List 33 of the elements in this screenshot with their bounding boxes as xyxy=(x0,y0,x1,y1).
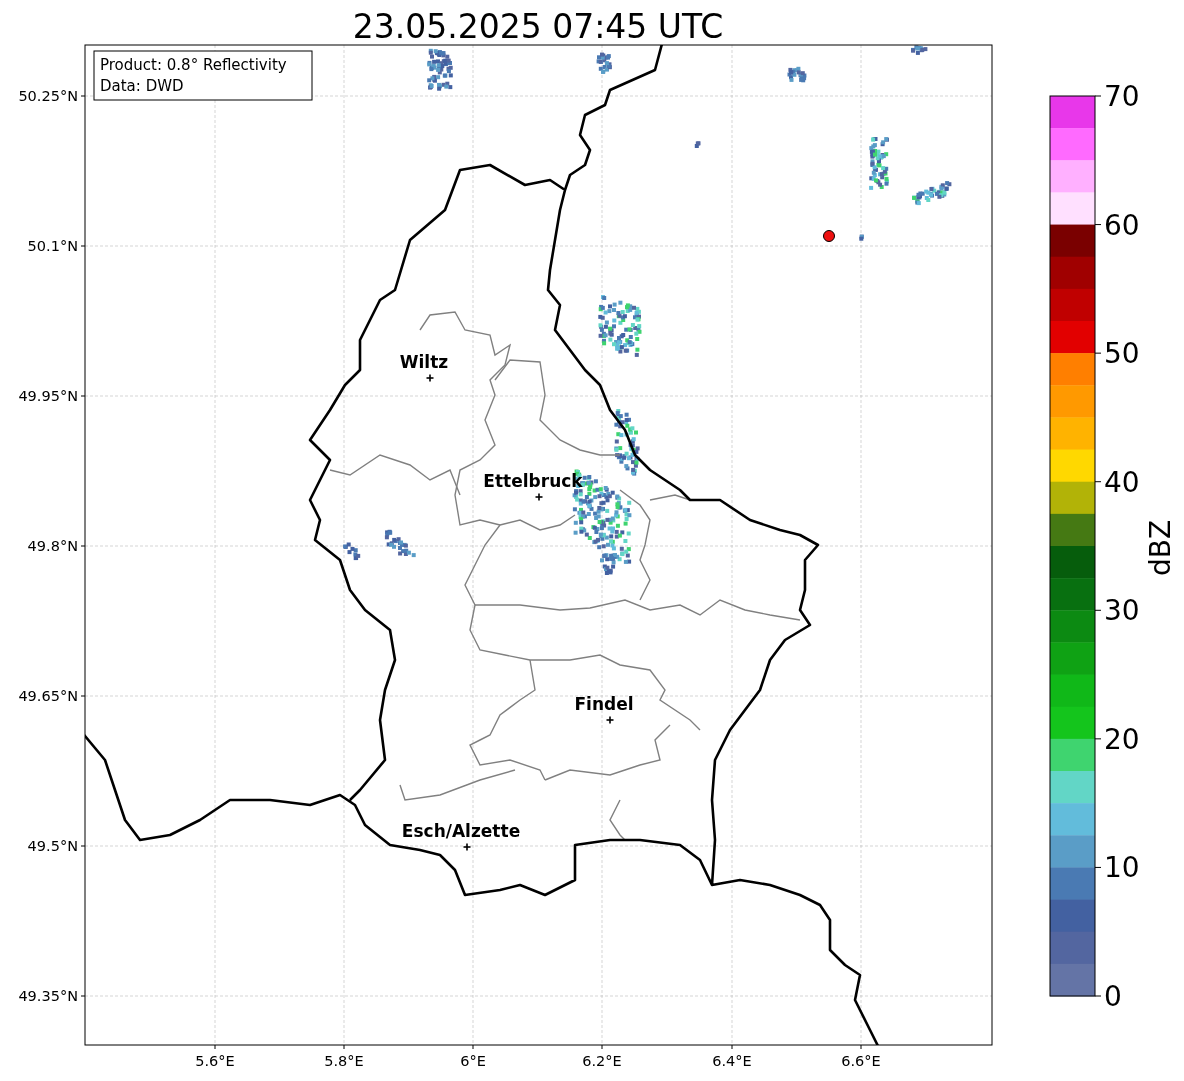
city-label: Findel xyxy=(574,694,634,714)
axis-tick-label: 6.2°E xyxy=(582,1053,622,1069)
axis-tick-label: 5.8°E xyxy=(324,1053,364,1069)
axis-tick-label: 49.5°N xyxy=(27,838,78,854)
colorbar-tick-label: 20 xyxy=(1104,722,1140,756)
info-text: Data: DWD xyxy=(100,77,184,95)
chart-title: 23.05.2025 07:45 UTC xyxy=(352,7,724,46)
axis-tick-label: 6.4°E xyxy=(712,1053,752,1069)
colorbar-tick-label: 30 xyxy=(1104,594,1140,628)
colorbar-tick-label: 0 xyxy=(1104,980,1122,1013)
axis-tick-label: 49.35°N xyxy=(18,988,78,1004)
axis-tick-label: 50.1°N xyxy=(27,238,78,254)
city-marker-icon xyxy=(605,715,615,725)
colorbar-tick-label: 70 xyxy=(1104,80,1140,113)
colorbar-tick-label: 60 xyxy=(1104,208,1140,242)
colorbar-title: dBZ xyxy=(1144,519,1177,577)
axis-tick-label: 49.8°N xyxy=(27,538,78,554)
city-marker-icon xyxy=(534,492,544,502)
colorbar-tick-label: 10 xyxy=(1104,851,1140,885)
axis-tick-label: 49.65°N xyxy=(18,688,78,704)
axis-tick-label: 50.25°N xyxy=(18,88,78,104)
city-marker-icon xyxy=(425,373,435,383)
colorbar-tick-label: 40 xyxy=(1104,465,1140,499)
axis-tick-label: 49.95°N xyxy=(18,388,78,404)
axis-tick-label: 6°E xyxy=(460,1053,486,1069)
city-label: Ettelbruck xyxy=(483,471,583,491)
info-text: Product: 0.8° Reflectivity xyxy=(100,56,287,74)
city-label: Wiltz xyxy=(399,352,449,372)
city-marker-icon xyxy=(462,842,472,852)
city-label: Esch/Alzette xyxy=(401,821,521,841)
axis-tick-label: 5.6°E xyxy=(195,1053,235,1069)
colorbar-tick-label: 50 xyxy=(1104,337,1140,371)
axis-tick-label: 6.6°E xyxy=(841,1053,881,1069)
